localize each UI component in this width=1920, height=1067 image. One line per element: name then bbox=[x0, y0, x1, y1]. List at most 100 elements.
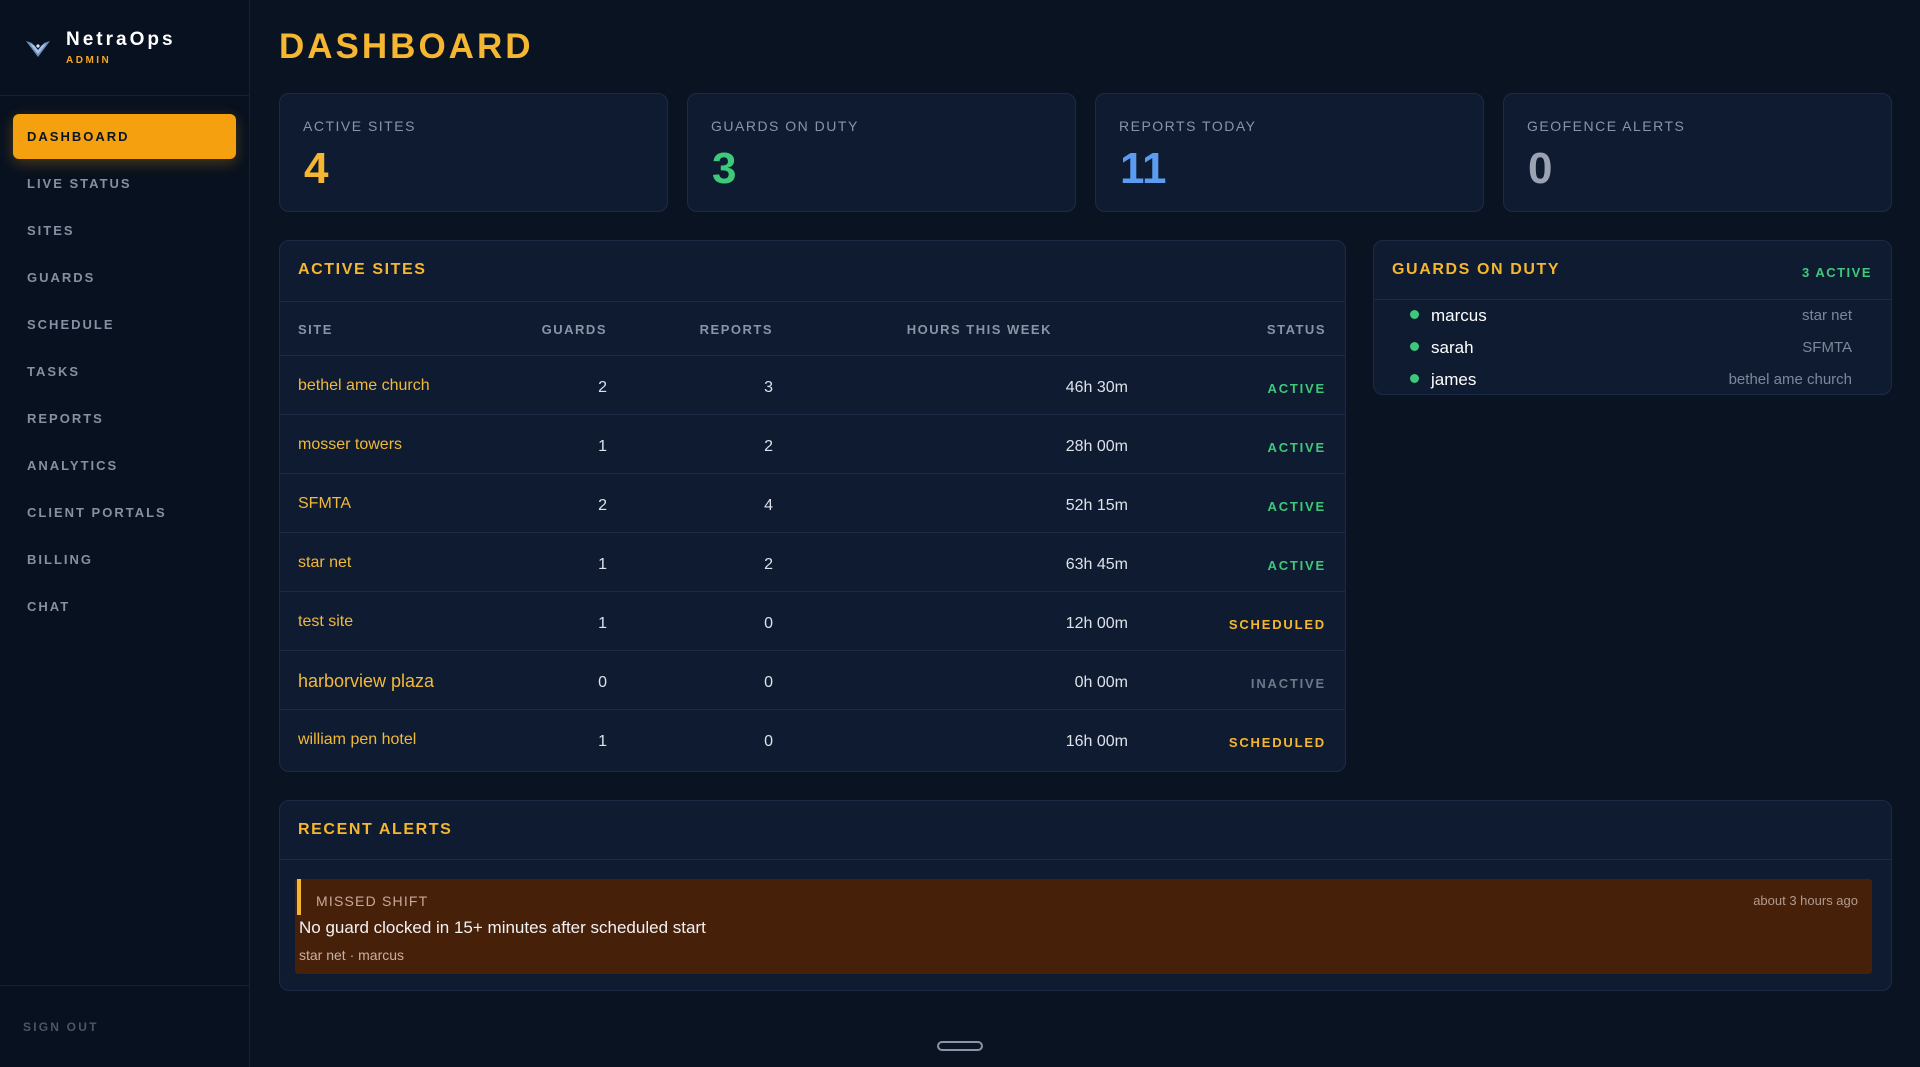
table-row[interactable]: SFMTA 2 4 52h 15m ACTIVE bbox=[280, 474, 1345, 533]
nav-item-schedule[interactable]: SCHEDULE bbox=[13, 302, 236, 347]
reports-count: 2 bbox=[764, 438, 773, 455]
column-reports[interactable]: REPORTS bbox=[700, 322, 773, 337]
guard-item[interactable]: sarah SFMTA bbox=[1374, 332, 1891, 364]
column-site[interactable]: SITE bbox=[298, 322, 333, 337]
active-sites-title: ACTIVE SITES bbox=[298, 261, 427, 278]
site-name-link[interactable]: william pen hotel bbox=[298, 731, 416, 749]
table-row[interactable]: test site 1 0 12h 00m SCHEDULED bbox=[280, 592, 1345, 651]
site-name-link[interactable]: bethel ame church bbox=[298, 377, 430, 395]
reports-count: 0 bbox=[764, 733, 773, 750]
table-row[interactable]: mosser towers 1 2 28h 00m ACTIVE bbox=[280, 415, 1345, 474]
nav-item-analytics[interactable]: ANALYTICS bbox=[13, 443, 236, 488]
site-name-link[interactable]: mosser towers bbox=[298, 436, 402, 454]
guards-count: 1 bbox=[598, 438, 607, 455]
column-status[interactable]: STATUS bbox=[1267, 322, 1326, 337]
active-sites-panel: ACTIVE SITES SITE GUARDS REPORTS HOURS T… bbox=[279, 240, 1346, 772]
guard-name: james bbox=[1431, 370, 1477, 389]
status-badge: SCHEDULED bbox=[1228, 735, 1326, 750]
hours-value: 28h 00m bbox=[1065, 438, 1128, 455]
alert-message: No guard clocked in 15+ minutes after sc… bbox=[299, 918, 706, 937]
guards-count: 2 bbox=[598, 379, 607, 396]
hours-value: 12h 00m bbox=[1065, 615, 1128, 632]
guard-site: star net bbox=[1801, 307, 1852, 324]
nav-item-guards[interactable]: GUARDS bbox=[13, 255, 236, 300]
alert-accent-bar bbox=[297, 879, 301, 915]
scroll-handle[interactable] bbox=[937, 1041, 983, 1051]
reports-count: 3 bbox=[764, 379, 773, 396]
guards-on-duty-title: GUARDS ON DUTY bbox=[1392, 261, 1561, 278]
sign-out-button[interactable]: SIGN OUT bbox=[23, 1020, 99, 1034]
column-guards[interactable]: GUARDS bbox=[542, 322, 607, 337]
site-name-link[interactable]: SFMTA bbox=[298, 495, 351, 513]
brand-role: ADMIN bbox=[66, 55, 112, 66]
hours-value: 16h 00m bbox=[1065, 733, 1128, 750]
guards-count: 2 bbox=[598, 497, 607, 514]
table-row[interactable]: william pen hotel 1 0 16h 00m SCHEDULED bbox=[280, 710, 1345, 769]
stat-card-active-sites: ACTIVE SITES 4 bbox=[279, 93, 668, 212]
guard-item[interactable]: marcus star net bbox=[1374, 300, 1891, 332]
stat-label: ACTIVE SITES bbox=[303, 118, 416, 134]
status-badge: ACTIVE bbox=[1267, 440, 1326, 455]
reports-count: 2 bbox=[764, 556, 773, 573]
status-badge: ACTIVE bbox=[1267, 558, 1326, 573]
guard-item[interactable]: james bethel ame church bbox=[1374, 364, 1891, 396]
nav-item-reports[interactable]: REPORTS bbox=[13, 396, 236, 441]
hours-value: 63h 45m bbox=[1065, 556, 1128, 573]
online-status-icon bbox=[1410, 342, 1419, 351]
status-badge: ACTIVE bbox=[1267, 499, 1326, 514]
sidebar-footer: SIGN OUT bbox=[0, 985, 249, 1067]
nav-item-client-portals[interactable]: CLIENT PORTALS bbox=[13, 490, 236, 535]
guards-count: 0 bbox=[598, 674, 607, 691]
guards-count: 1 bbox=[598, 615, 607, 632]
hours-value: 0h 00m bbox=[1074, 674, 1128, 691]
site-name-link[interactable]: star net bbox=[298, 554, 351, 572]
nav-item-dashboard[interactable]: DASHBOARD bbox=[13, 114, 236, 159]
stat-label: REPORTS TODAY bbox=[1119, 118, 1257, 134]
alert-type: MISSED SHIFT bbox=[316, 893, 429, 909]
guards-count: 1 bbox=[598, 733, 607, 750]
recent-alerts-title: RECENT ALERTS bbox=[298, 821, 453, 838]
page-title: DASHBOARD bbox=[279, 27, 534, 66]
brand-text: NetraOps ADMIN bbox=[66, 29, 176, 66]
active-count-badge: 3 ACTIVE bbox=[1801, 265, 1872, 280]
reports-count: 0 bbox=[764, 615, 773, 632]
stat-card-geofence-alerts: GEOFENCE ALERTS 0 bbox=[1503, 93, 1892, 212]
table-row[interactable]: star net 1 2 63h 45m ACTIVE bbox=[280, 533, 1345, 592]
status-badge: SCHEDULED bbox=[1228, 617, 1326, 632]
status-badge: INACTIVE bbox=[1250, 676, 1326, 691]
guard-site: bethel ame church bbox=[1728, 371, 1852, 388]
stat-label: GEOFENCE ALERTS bbox=[1527, 118, 1686, 134]
stat-value: 4 bbox=[304, 144, 329, 193]
table-row[interactable]: harborview plaza 0 0 0h 00m INACTIVE bbox=[280, 651, 1345, 710]
hours-value: 52h 15m bbox=[1065, 497, 1128, 514]
nav-item-billing[interactable]: BILLING bbox=[13, 537, 236, 582]
stat-value: 11 bbox=[1120, 144, 1167, 193]
nav-item-live-status[interactable]: LIVE STATUS bbox=[13, 161, 236, 206]
stat-card-guards-on-duty: GUARDS ON DUTY 3 bbox=[687, 93, 1076, 212]
stat-card-reports-today: REPORTS TODAY 11 bbox=[1095, 93, 1484, 212]
nav-item-sites[interactable]: SITES bbox=[13, 208, 236, 253]
nav-item-chat[interactable]: CHAT bbox=[13, 584, 236, 629]
alert-timestamp: about 3 hours ago bbox=[1753, 893, 1858, 908]
online-status-icon bbox=[1410, 310, 1419, 319]
column-hours[interactable]: HOURS THIS WEEK bbox=[907, 322, 1052, 337]
alert-item[interactable]: MISSED SHIFT about 3 hours ago No guard … bbox=[295, 879, 1872, 974]
stat-label: GUARDS ON DUTY bbox=[711, 118, 859, 134]
guard-site: SFMTA bbox=[1802, 339, 1852, 356]
brand[interactable]: NetraOps ADMIN bbox=[0, 0, 249, 96]
stat-value: 3 bbox=[712, 144, 737, 193]
stat-value: 0 bbox=[1528, 144, 1553, 193]
sidebar: NetraOps ADMIN DASHBOARD LIVE STATUS SIT… bbox=[0, 0, 250, 1067]
status-badge: ACTIVE bbox=[1267, 381, 1326, 396]
table-row[interactable]: bethel ame church 2 3 46h 30m ACTIVE bbox=[280, 356, 1345, 415]
panel-divider bbox=[280, 859, 1891, 860]
guards-count: 1 bbox=[598, 556, 607, 573]
reports-count: 0 bbox=[764, 674, 773, 691]
site-name-link[interactable]: test site bbox=[298, 613, 353, 631]
guard-name: sarah bbox=[1431, 338, 1474, 357]
alert-meta: star net · marcus bbox=[299, 947, 405, 963]
online-status-icon bbox=[1410, 374, 1419, 383]
nav-menu: DASHBOARD LIVE STATUS SITES GUARDS SCHED… bbox=[0, 96, 249, 629]
nav-item-tasks[interactable]: TASKS bbox=[13, 349, 236, 394]
site-name-link[interactable]: harborview plaza bbox=[298, 671, 434, 692]
